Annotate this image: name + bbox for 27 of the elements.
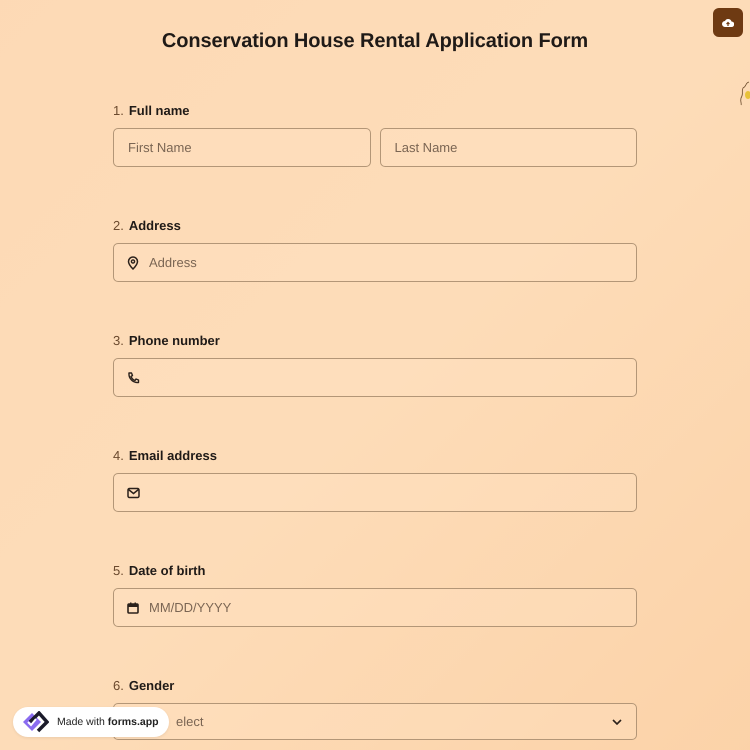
cloud-upload-icon (722, 18, 734, 27)
input-field[interactable]: Address (113, 243, 637, 282)
input-field[interactable]: First Name (113, 128, 370, 167)
question-label: Phone number (128, 333, 220, 349)
question-number: 1. (113, 103, 124, 119)
chevron-down-icon (612, 718, 622, 724)
doodle-icon (739, 80, 750, 106)
question-number: 2. (113, 218, 124, 234)
calendar-icon (127, 602, 139, 614)
location-pin-icon (127, 256, 139, 270)
logo-icon (21, 711, 49, 733)
phone-icon (127, 371, 140, 384)
question-number: 4. (113, 448, 124, 464)
question-label: Email address (128, 448, 217, 464)
question-label: Address (128, 218, 181, 234)
upload-button[interactable] (713, 8, 743, 37)
input-field[interactable]: MM/DD/YYYY (113, 588, 637, 627)
form-title: Conservation House Rental Application Form (160, 30, 590, 53)
question-number: 5. (113, 563, 124, 579)
question-label: Date of birth (128, 563, 206, 579)
made-with-badge[interactable]: Made with forms.app (13, 707, 169, 737)
input-field[interactable]: Last Name (380, 128, 637, 167)
question-label: Full name (128, 103, 190, 119)
question-number: 6. (113, 678, 124, 694)
envelope-icon (127, 487, 140, 498)
question-label: Gender (128, 678, 174, 694)
question-number: 3. (113, 333, 124, 349)
